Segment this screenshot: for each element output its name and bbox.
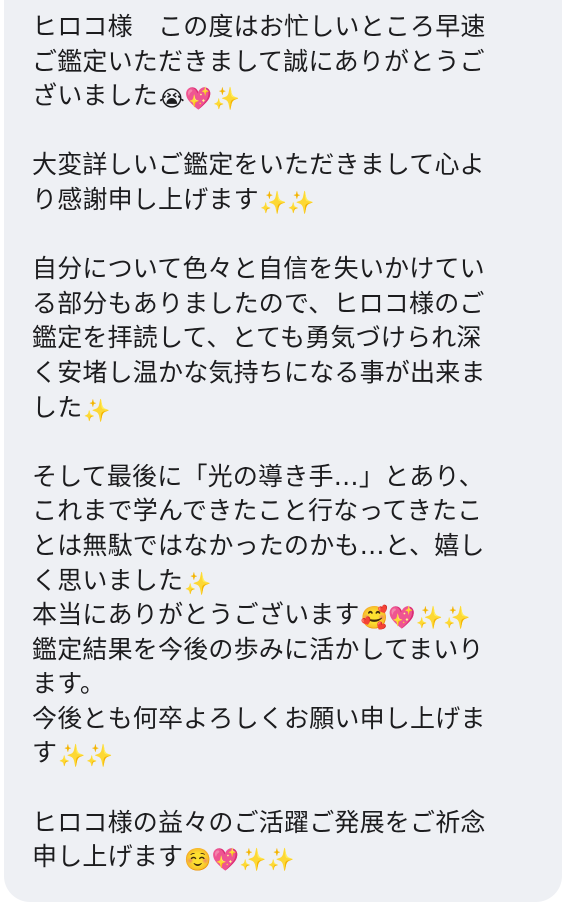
message-bubble[interactable]: ヒロコ様 この度はお忙しいところ早速 ご鑑定いただきまして誠にありがとうご ざい…: [4, 0, 562, 902]
emoji-group: ✨: [184, 571, 212, 597]
emoji-group: ✨✨: [58, 744, 114, 770]
message-line: 自分について色々と自信を失いかけてい: [32, 254, 485, 284]
message-line-text: り感謝申し上げます: [32, 184, 259, 214]
message-line: 申し上げます☺️💖✨✨: [32, 840, 538, 875]
message-line-text: した: [32, 392, 83, 422]
message-line-text: す: [32, 738, 58, 768]
emoji-group: 😭💖✨: [159, 87, 241, 113]
emoji-group: ✨✨: [259, 190, 315, 216]
message-line: 大変詳しいご鑑定をいただきまして心よ: [32, 150, 485, 180]
message-line: ヒロコ様 この度はお忙しいところ早速: [32, 12, 486, 41]
emoji-group: 🥰💖✨✨: [360, 606, 471, 632]
message-line-text: 申し上げます: [32, 842, 184, 872]
message-line: ご鑑定いただきまして誠にありがとうご: [32, 46, 485, 76]
message-line-text: ざいました: [32, 81, 159, 111]
message-line: く思いました✨: [32, 564, 538, 599]
message-line: そして最後に「光の導き手…」とあり、: [32, 461, 484, 491]
message-line-text: 本当にありがとうございます: [32, 600, 360, 630]
paragraph-break: [32, 218, 538, 253]
message-line: り感謝申し上げます✨✨: [32, 183, 538, 218]
message-line: これまで学んできたこと行なってきたこ: [32, 496, 483, 526]
message-line: ざいました😭💖✨: [32, 79, 538, 114]
message-line: 鑑定を拝読して、とても勇気づけられ深: [32, 323, 482, 353]
message-line: ます。: [32, 669, 106, 699]
emoji-group: ✨: [83, 398, 111, 424]
message-line: 本当にありがとうございます🥰💖✨✨: [32, 598, 538, 633]
message-line: とは無駄ではなかったのかも…と、嬉し: [32, 530, 485, 560]
message-line-text: く思いました: [32, 565, 184, 595]
paragraph-break: [32, 425, 538, 460]
paragraph-break: [32, 771, 538, 806]
message-line: ヒロコ様の益々のご活躍ご発展をご祈念: [32, 807, 486, 837]
message-line: る部分もありましたので、ヒロコ様のご: [32, 288, 485, 318]
message-line: 今後とも何卒よろしくお願い申し上げま: [32, 703, 486, 733]
paragraph-break: [32, 114, 538, 149]
message-line: く安堵し温かな気持ちになる事が出来ま: [32, 357, 486, 387]
message-line: す✨✨: [32, 736, 538, 771]
emoji-group: ☺️💖✨✨: [184, 848, 295, 874]
message-line: 鑑定結果を今後の歩みに活かしてまいり: [32, 634, 484, 664]
message-text: ヒロコ様 この度はお忙しいところ早速 ご鑑定いただきまして誠にありがとうご ざい…: [32, 10, 538, 875]
message-line: した✨: [32, 391, 538, 426]
